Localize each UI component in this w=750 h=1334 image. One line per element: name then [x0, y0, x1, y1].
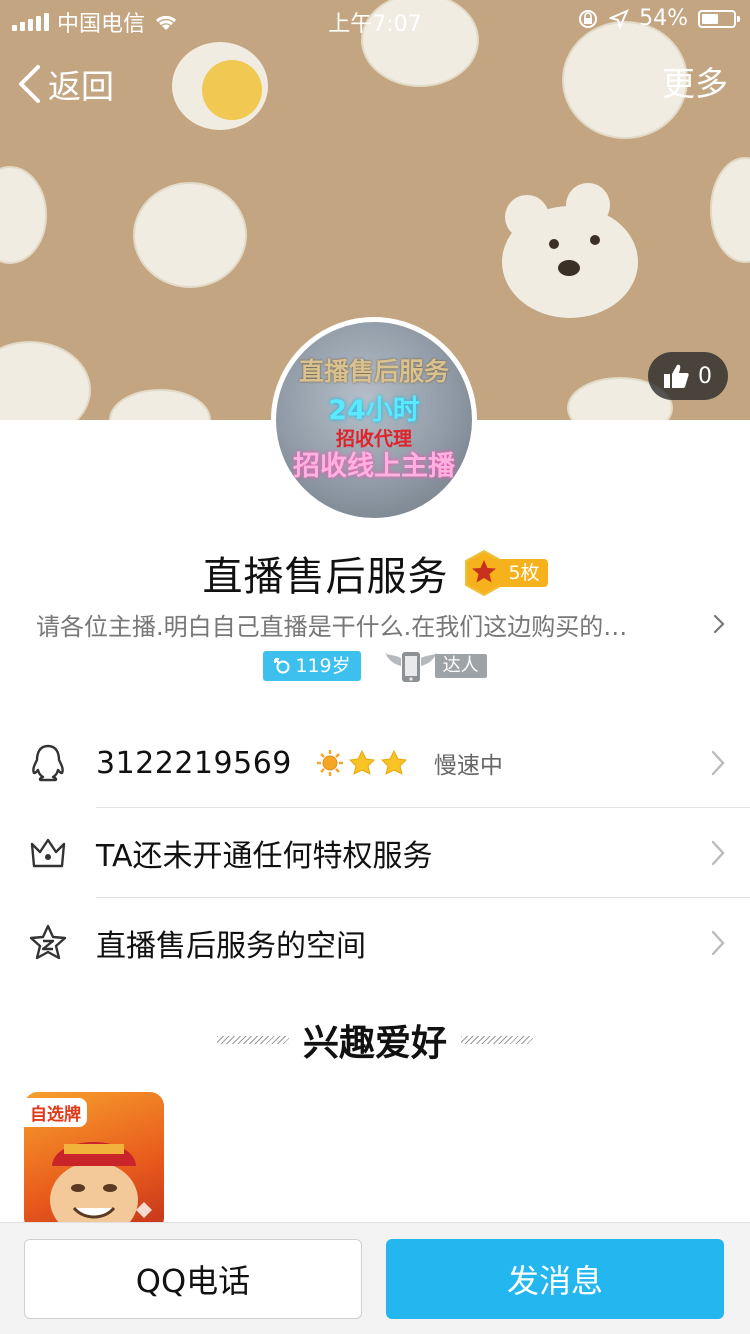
chevron-right-icon — [713, 614, 725, 634]
space-row[interactable]: 直播售后服务的空间 — [0, 898, 750, 988]
status-bar: 中国电信 上午7:07 54% — [0, 0, 750, 40]
qq-number: 3122219569 — [96, 745, 292, 781]
qzone-star-icon — [29, 924, 67, 960]
back-button[interactable]: 返回 — [16, 62, 114, 106]
chevron-right-icon — [711, 840, 725, 866]
rotation-lock-icon — [579, 9, 598, 28]
battery-percent: 54% — [639, 6, 688, 31]
chevron-right-icon — [711, 930, 725, 956]
medal-badge[interactable]: 5枚 — [462, 549, 548, 597]
talent-tag[interactable]: 达人 — [383, 646, 487, 686]
avatar-text-line2: 24小时 — [328, 395, 420, 426]
privilege-text: TA还未开通任何特权服务 — [96, 839, 433, 874]
qq-speed-status: 慢速中 — [433, 753, 503, 779]
signature-text: 请各位主播.明白自己直播是干什么.在我们这边购买的… — [36, 612, 628, 641]
location-arrow-icon — [609, 8, 630, 29]
interests-title: 兴趣爱好 — [302, 1023, 447, 1064]
interests-header: 兴趣爱好 — [0, 1012, 750, 1068]
thumbs-up-icon — [664, 364, 689, 388]
back-label: 返回 — [48, 67, 114, 106]
medal-count: 5枚 — [500, 559, 548, 587]
qq-number-row[interactable]: 3122219569 慢速中 — [0, 718, 750, 808]
penguin-icon — [32, 744, 64, 782]
more-button[interactable]: 更多 — [662, 62, 728, 106]
battery-fill — [702, 13, 718, 24]
decorative-hatch-left — [216, 1036, 289, 1044]
qq-level-icon — [316, 749, 407, 776]
talent-label: 达人 — [434, 654, 487, 678]
decorative-hatch-right — [461, 1036, 533, 1044]
qq-call-button[interactable]: QQ电话 — [24, 1239, 362, 1319]
space-text: 直播售后服务的空间 — [96, 929, 366, 964]
profile-info-list: 3122219569 慢速中 TA还未开通任何特权服务 直播售后服务的空间 — [0, 718, 750, 988]
winged-phone-icon — [384, 652, 437, 682]
profile-name: 直播售后服务 — [202, 554, 449, 600]
age-tag: 119岁 — [263, 651, 361, 681]
chevron-right-icon — [711, 750, 725, 776]
profile-name-row: 直播售后服务 5枚 — [0, 543, 750, 603]
game-app-icon[interactable]: 自选牌 — [24, 1092, 164, 1232]
gender-icon — [274, 658, 290, 674]
like-button[interactable]: 0 — [648, 352, 728, 400]
avatar-text-line4: 招收线上主播 — [293, 451, 455, 482]
avatar[interactable]: 直播售后服务 24小时 招收代理 招收线上主播 — [271, 317, 477, 523]
like-count: 0 — [698, 363, 712, 389]
send-message-button[interactable]: 发消息 — [386, 1239, 724, 1319]
profile-tags: 119岁 达人 — [0, 648, 750, 684]
battery-icon — [698, 9, 740, 28]
signature-row[interactable]: 请各位主播.明白自己直播是干什么.在我们这边购买的… — [36, 606, 726, 642]
privilege-row[interactable]: TA还未开通任何特权服务 — [0, 808, 750, 898]
avatar-text-line1: 直播售后服务 — [298, 357, 449, 386]
chevron-left-icon — [19, 65, 40, 103]
age-label: 119岁 — [295, 655, 351, 677]
bottom-action-bar: QQ电话 发消息 — [0, 1222, 750, 1334]
crown-icon — [30, 838, 66, 868]
game-badge: 自选牌 — [24, 1098, 87, 1127]
